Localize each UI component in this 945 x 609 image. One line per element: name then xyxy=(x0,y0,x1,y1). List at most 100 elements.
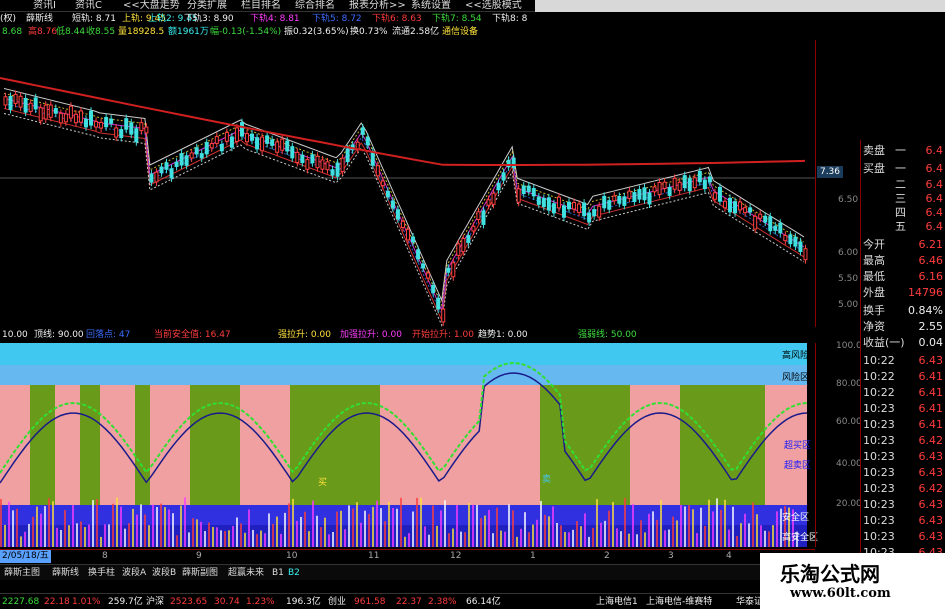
price-tick: 5.50 xyxy=(838,274,859,284)
zone-label-risk: 风险区 xyxy=(782,373,810,383)
osc-bar xyxy=(16,508,18,547)
candles xyxy=(3,90,808,326)
candle-body xyxy=(275,141,280,153)
tick-time: 10:22 xyxy=(863,354,895,367)
track-label: 下轨3: 8.90 xyxy=(184,14,234,24)
tab-wave-b[interactable]: 波段B xyxy=(152,565,176,581)
server-1[interactable]: 上海电信1 xyxy=(596,594,638,609)
osc-bar xyxy=(488,509,490,547)
menu-item-report-analysis[interactable]: 报表分析>> xyxy=(346,0,409,12)
candle-body xyxy=(119,129,124,138)
osc-bar xyxy=(688,505,690,547)
osc-bar xyxy=(112,503,114,547)
tab-b1[interactable]: B1 xyxy=(272,565,284,581)
osc-bar xyxy=(292,498,294,547)
band-line xyxy=(3,103,805,318)
buy-row: 五 6.4 xyxy=(863,220,945,234)
tab-xuesi-main[interactable]: 薛斯主图 xyxy=(4,565,40,581)
stat-label: 换手 xyxy=(863,304,885,317)
candle-body xyxy=(144,126,149,134)
quote-amplitude: 振0.32(3.65%) xyxy=(284,27,349,37)
stat-value: 6.46 xyxy=(918,254,944,267)
menu-item-zixun-i[interactable]: 资讯I xyxy=(30,0,59,12)
sh-index: 2227.68 xyxy=(2,597,40,607)
candle-body xyxy=(461,238,466,253)
candle-body xyxy=(184,155,189,166)
osc-bar xyxy=(432,505,434,547)
osc-bar xyxy=(632,503,634,547)
candle-body xyxy=(18,95,23,108)
candlestick-chart[interactable] xyxy=(0,40,815,327)
osc-bar xyxy=(508,504,510,547)
sell-label: 卖盘 xyxy=(863,144,885,157)
candle-body xyxy=(773,225,778,231)
osc-bar xyxy=(320,527,322,547)
xuesi-oscillator-chart[interactable] xyxy=(0,343,807,547)
tab-b2[interactable]: B2 xyxy=(288,565,300,581)
candle-body xyxy=(159,166,164,174)
osc-bar xyxy=(272,523,274,547)
candle-body xyxy=(748,207,753,213)
track-label: 下轨5: 8.72 xyxy=(312,14,362,24)
osc-bar xyxy=(68,525,70,547)
osc-bar xyxy=(536,519,538,547)
osc-bar xyxy=(64,510,66,547)
buy-level: 三 xyxy=(895,192,906,205)
osc-bar xyxy=(96,499,98,547)
osc-bar xyxy=(244,532,246,547)
osc-bar xyxy=(296,520,298,547)
tick-price: 6.43 xyxy=(918,450,944,463)
menu-item-market-trend[interactable]: <<大盘走势 xyxy=(120,0,183,12)
candle-body xyxy=(722,200,727,209)
tab-turnover-bar[interactable]: 换手柱 xyxy=(88,565,115,581)
osc-bar xyxy=(624,498,626,547)
stat-label: 收益(一) xyxy=(863,336,905,349)
osc-bar xyxy=(436,525,438,547)
cy-amount: 66.14亿 xyxy=(466,597,501,607)
tab-xuesi-line[interactable]: 薛斯线 xyxy=(52,565,79,581)
sh-pct: 1.01% xyxy=(72,597,101,607)
zone-stripe xyxy=(290,385,380,505)
tab-beyond-future[interactable]: 超赢未来 xyxy=(228,565,264,581)
watermark-title: 乐淘公式网 xyxy=(780,562,880,586)
osc-bar xyxy=(652,511,654,547)
candle-body xyxy=(134,128,139,143)
osc-bar xyxy=(628,533,630,547)
osc-bar xyxy=(620,531,622,547)
cy-change: 22.37 xyxy=(396,597,422,607)
osc-bar xyxy=(428,534,430,547)
osc-bar xyxy=(172,513,174,547)
candle-body xyxy=(798,241,803,253)
zone-stripe xyxy=(100,385,135,505)
candle-body xyxy=(390,200,395,209)
candle-body xyxy=(149,173,154,183)
quote-change: 幅-0.13(-1.54%) xyxy=(210,27,282,37)
osc-bar xyxy=(544,514,546,547)
candle-body xyxy=(78,110,83,123)
osc-bar xyxy=(336,511,338,547)
menu-item-zixun-c[interactable]: 资讯C xyxy=(72,0,105,12)
candle-body xyxy=(406,228,410,241)
osc-bar xyxy=(52,501,54,547)
osc-bar xyxy=(276,516,278,547)
menu-item-system-settings[interactable]: 系统设置 xyxy=(408,0,454,12)
tick-row: 10:23 6.43 xyxy=(863,530,945,544)
tab-wave-a[interactable]: 波段A xyxy=(122,565,146,581)
server-2[interactable]: 上海电信-维赛特 xyxy=(646,594,712,609)
osc-bar xyxy=(692,509,694,547)
candle-body xyxy=(652,186,657,193)
menu-item-overall-rank[interactable]: 综合排名 xyxy=(292,0,338,12)
candle-body xyxy=(255,137,260,150)
price-axis: 6.50 6.00 5.50 5.00 xyxy=(815,40,860,327)
osc-bar xyxy=(216,527,218,547)
tab-xuesi-sub[interactable]: 薛斯副图 xyxy=(182,565,218,581)
candle-body xyxy=(687,178,692,192)
menu-item-column-rank[interactable]: 栏目排名 xyxy=(238,0,284,12)
candle-body xyxy=(53,108,58,114)
menu-item-category[interactable]: 分类扩展 xyxy=(184,0,230,12)
tick-time: 10:23 xyxy=(863,530,895,543)
osc-bar xyxy=(664,530,666,547)
osc-bar xyxy=(756,514,758,547)
osc-bar xyxy=(248,509,250,547)
menu-item-stock-pick[interactable]: <<选股模式 xyxy=(462,0,525,12)
